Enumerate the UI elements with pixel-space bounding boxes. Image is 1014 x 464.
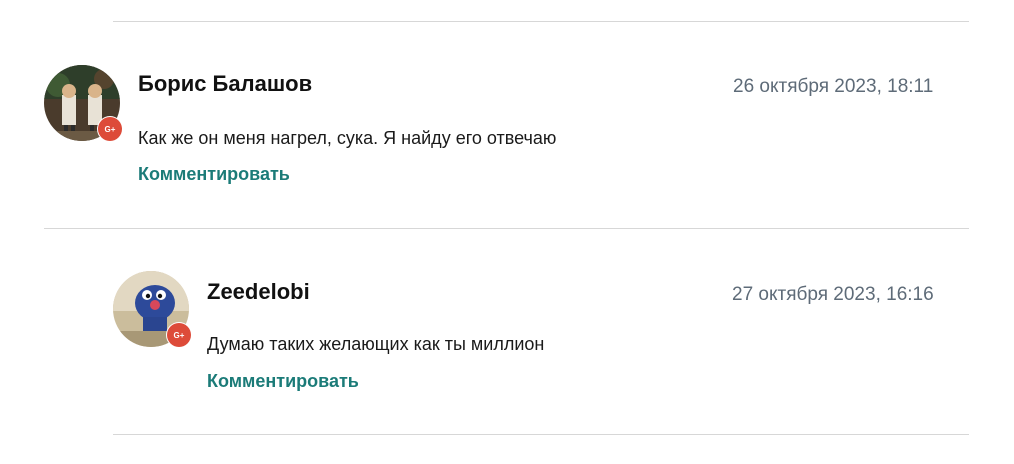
reply-button[interactable]: Комментировать: [207, 371, 359, 392]
comment-item: G+ Борис Балашов 26 октября 2023, 18:11 …: [0, 0, 1014, 228]
comment-text: Как же он меня нагрел, сука. Я найду его…: [138, 128, 557, 148]
comment-date: 26 октября 2023, 18:11: [733, 76, 934, 97]
google-plus-badge-icon: G+: [167, 323, 191, 347]
comment-item: G+ Zeedelobi 27 октября 2023, 16:16 Дума…: [0, 229, 1014, 435]
comment-date: 27 октября 2023, 16:16: [732, 284, 934, 305]
comment-author[interactable]: Zeedelobi: [207, 279, 310, 305]
comment-author[interactable]: Борис Балашов: [138, 71, 312, 97]
google-plus-badge-icon: G+: [98, 117, 122, 141]
comment-text: Думаю таких желающих как ты миллион: [207, 334, 545, 354]
avatar[interactable]: G+: [113, 271, 191, 347]
avatar[interactable]: G+: [44, 65, 122, 141]
comments-section: G+ Борис Балашов 26 октября 2023, 18:11 …: [0, 0, 1014, 464]
reply-button[interactable]: Комментировать: [138, 164, 290, 185]
divider-bottom: [113, 434, 969, 435]
